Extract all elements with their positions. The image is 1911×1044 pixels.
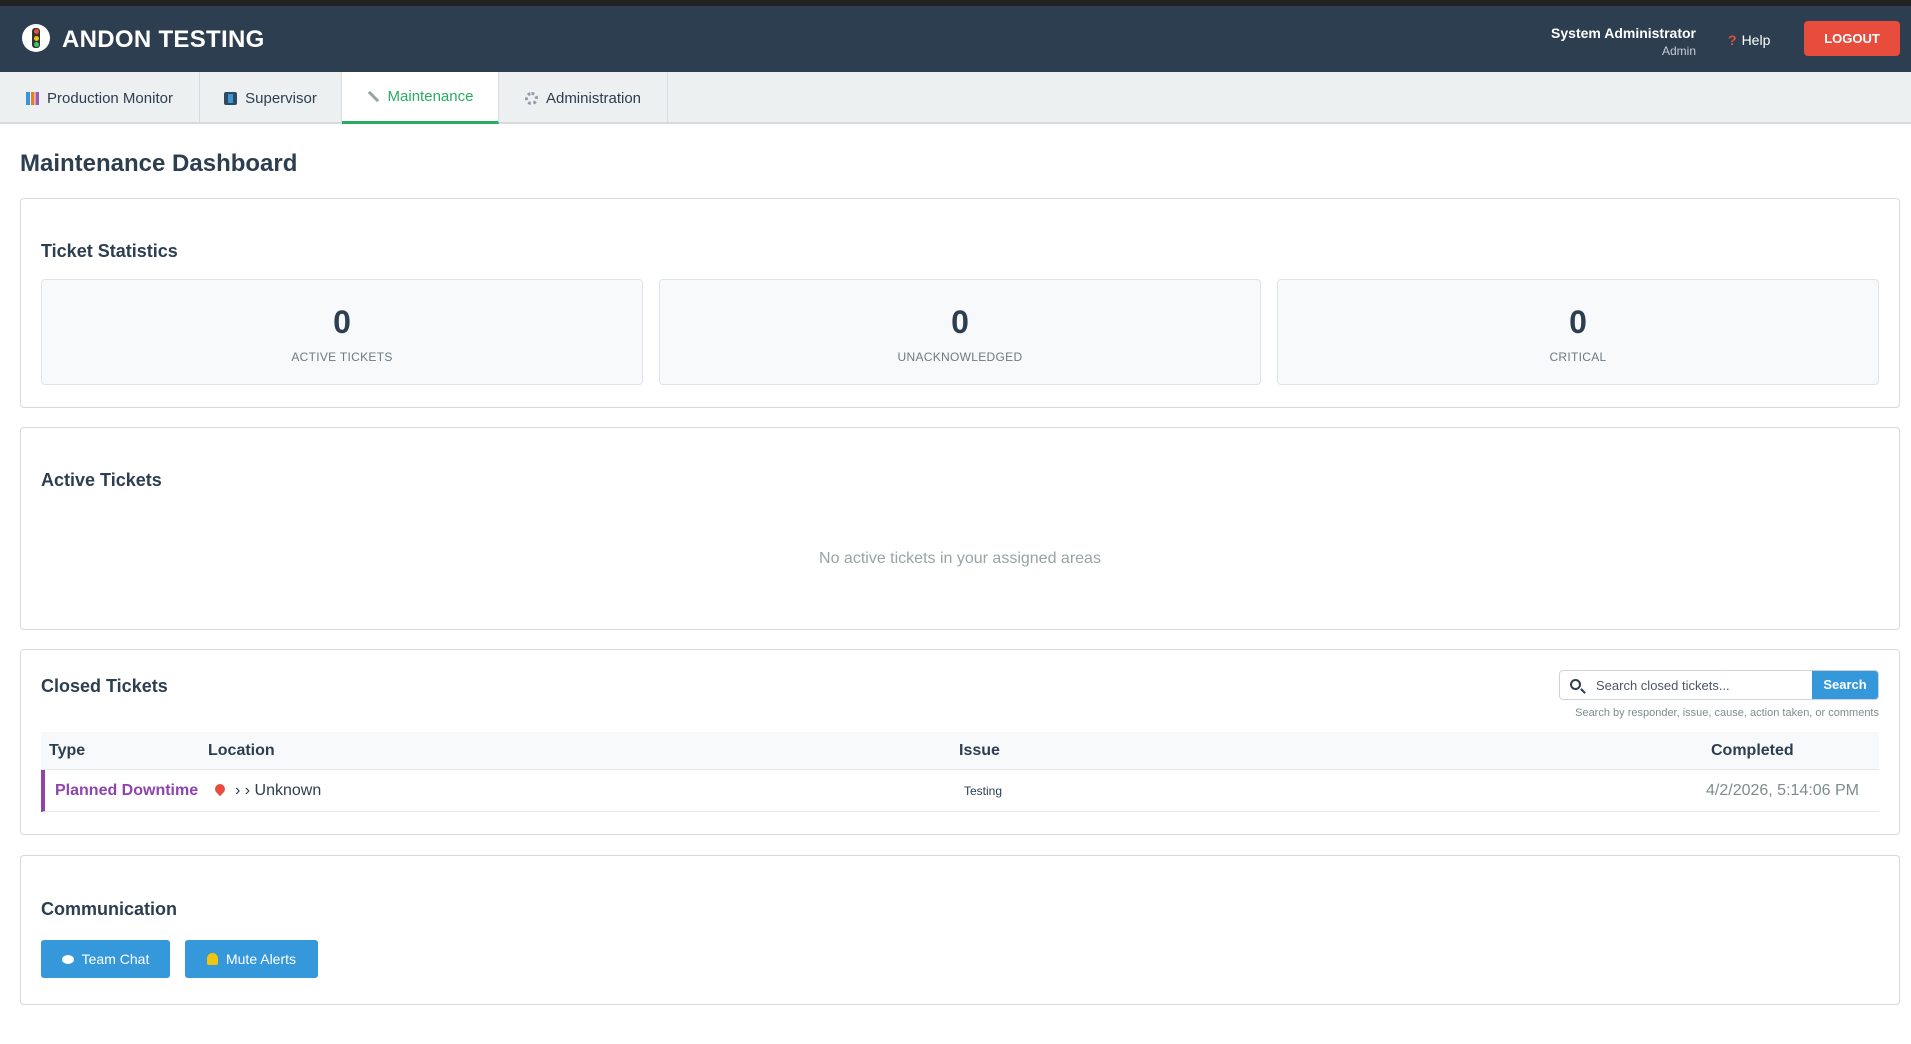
stat-value: 0 (333, 304, 351, 340)
stat-value: 0 (951, 304, 969, 340)
communication-card: Communication Team Chat Mute Alerts (20, 855, 1900, 1005)
search-input[interactable] (1596, 671, 1810, 699)
ticket-location: › › Unknown (212, 781, 322, 800)
mute-alerts-button[interactable]: Mute Alerts (185, 940, 318, 978)
tab-administration[interactable]: Administration (499, 72, 668, 124)
tab-label: Administration (545, 89, 642, 107)
table-row[interactable]: Planned Downtime › › Unknown Testing 4/2… (41, 770, 1879, 812)
logout-button[interactable]: LOGOUT (1804, 21, 1900, 56)
andon-light-icon (22, 24, 50, 52)
empty-state-message: No active tickets in your assigned areas (819, 550, 1101, 567)
user-role: Admin (1661, 44, 1696, 58)
active-tickets-card: Active Tickets No active tickets in your… (20, 427, 1900, 630)
stat-label: ACTIVE TICKETS (291, 350, 393, 364)
page-title: Maintenance Dashboard (20, 150, 298, 177)
table-header: Type Location Issue Completed (41, 732, 1879, 770)
ticket-type: Planned Downtime (55, 782, 199, 799)
section-title: Closed Tickets (41, 676, 168, 696)
app-header: ANDON TESTING System Administrator Admin… (0, 6, 1911, 72)
help-label: Help (1741, 32, 1771, 48)
button-label: Mute Alerts (225, 951, 297, 967)
ticket-completed-time: 4/2/2026, 5:14:06 PM (1706, 782, 1859, 799)
closed-tickets-search: Search (1559, 670, 1879, 700)
search-hint: Search by responder, issue, cause, actio… (1575, 707, 1879, 719)
column-header-location[interactable]: Location (208, 742, 275, 760)
stat-label: UNACKNOWLEDGED (897, 350, 1023, 364)
team-chat-button[interactable]: Team Chat (41, 940, 170, 978)
button-label: Team Chat (81, 951, 150, 967)
main-tab-bar: Production Monitor Supervisor Maintenanc… (0, 72, 1911, 124)
ticket-issue: Testing (964, 784, 1003, 798)
ticket-statistics-card: Ticket Statistics 0 ACTIVE TICKETS 0 UNA… (20, 198, 1900, 408)
location-pin-icon (212, 781, 228, 797)
section-title: Communication (41, 899, 178, 919)
closed-tickets-card: Closed Tickets Search Search by responde… (20, 649, 1900, 835)
search-button[interactable]: Search (1812, 671, 1878, 699)
tab-label: Production Monitor (47, 89, 173, 107)
user-name: System Administrator (1551, 25, 1696, 41)
supervisor-icon (224, 91, 238, 105)
app-title: ANDON TESTING (62, 26, 265, 53)
stat-unacknowledged: 0 UNACKNOWLEDGED (659, 279, 1261, 385)
column-header-type[interactable]: Type (49, 742, 85, 760)
stat-label: CRITICAL (1549, 350, 1607, 364)
search-icon (1570, 679, 1581, 690)
column-header-issue[interactable]: Issue (959, 742, 1000, 760)
stat-active-tickets: 0 ACTIVE TICKETS (41, 279, 643, 385)
bell-icon (206, 953, 218, 965)
stat-value: 0 (1569, 304, 1587, 340)
location-text: › › Unknown (235, 782, 322, 799)
column-header-completed[interactable]: Completed (1711, 742, 1794, 760)
chat-bubble-icon (61, 954, 74, 964)
chart-icon (26, 91, 40, 105)
tab-label: Supervisor (245, 89, 317, 107)
section-title: Active Tickets (41, 470, 162, 490)
section-title: Ticket Statistics (41, 241, 178, 261)
help-link[interactable]: ? Help (1728, 32, 1770, 52)
tab-supervisor[interactable]: Supervisor (200, 72, 342, 124)
tab-label: Maintenance (387, 88, 474, 105)
question-icon: ? (1728, 32, 1737, 48)
tab-maintenance[interactable]: Maintenance (342, 72, 499, 124)
stat-critical: 0 CRITICAL (1277, 279, 1879, 385)
tab-production-monitor[interactable]: Production Monitor (0, 72, 200, 124)
wrench-icon (367, 90, 380, 103)
gear-icon (524, 91, 538, 105)
